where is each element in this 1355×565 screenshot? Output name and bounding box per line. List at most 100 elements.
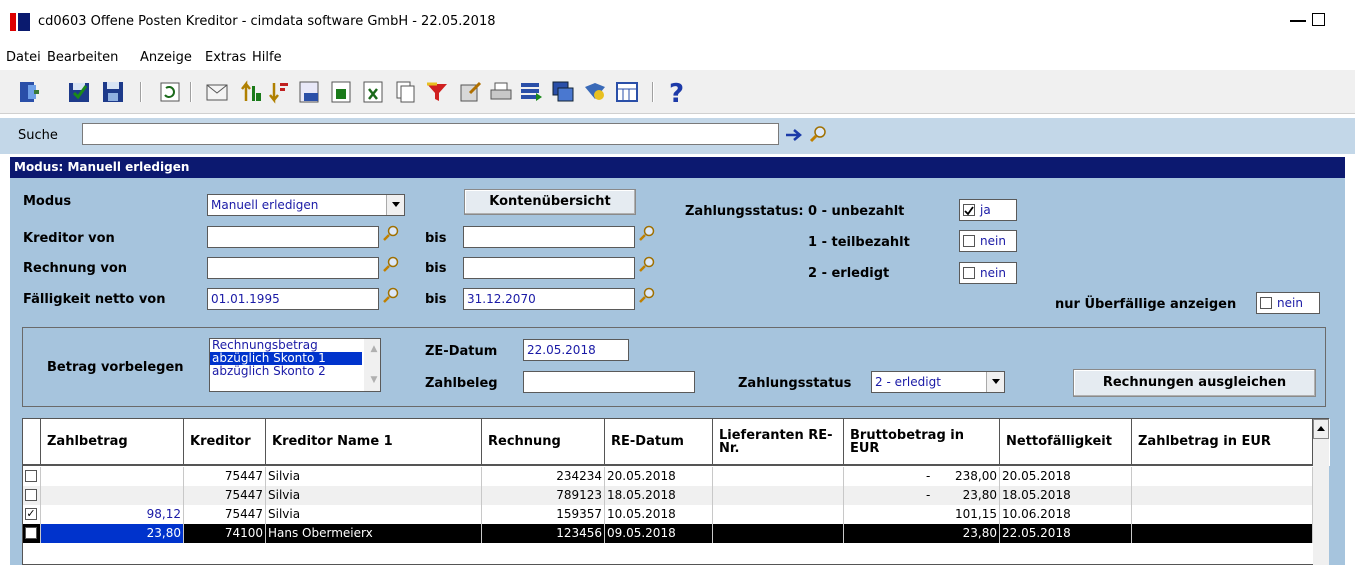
column-header-re-datum[interactable]: RE-Datum [605, 419, 713, 466]
betrag-option[interactable]: abzüglich Skonto 2 [210, 365, 380, 378]
calculator-icon[interactable] [296, 79, 322, 105]
status-2-checkbox[interactable]: nein [959, 262, 1017, 284]
row-checkbox[interactable] [23, 467, 41, 486]
chevron-down-icon[interactable] [986, 372, 1004, 392]
menu-hilfe[interactable]: Hilfe [252, 50, 282, 65]
ze-datum-input[interactable]: 22.05.2018 [523, 339, 629, 361]
table-row[interactable]: 75447 Silvia 789123 18.05.2018-23,80 18.05.2… [23, 486, 1313, 505]
save-check-icon[interactable] [66, 79, 92, 105]
faelligkeit-von-input[interactable]: 01.01.1995 [207, 288, 379, 310]
book-icon[interactable] [582, 79, 608, 105]
cell-kreditor-name[interactable]: Hans Obermeierx [266, 524, 482, 543]
betrag-listbox[interactable]: Rechnungsbetrag abzüglich Skonto 1 abzüg… [209, 338, 381, 392]
cell-lieferanten-re-nr[interactable] [713, 486, 844, 505]
menu-extras[interactable]: Extras [205, 50, 246, 65]
cell-nettofaelligkeit[interactable]: 10.06.2018 [1000, 505, 1132, 524]
maximize-button[interactable] [1312, 13, 1325, 26]
cell-zahlbetrag[interactable]: 23,80 [41, 524, 184, 543]
table-row[interactable]: ✓ 23,80 74100 Hans Obermeierx 123456 09.05.20… [23, 524, 1313, 543]
cell-kreditor[interactable]: 75447 [184, 505, 266, 524]
list-icon[interactable] [518, 79, 544, 105]
column-header-zahlbetrag[interactable]: Zahlbetrag [41, 419, 184, 466]
lookup-icon[interactable] [382, 255, 400, 273]
save-icon[interactable] [100, 79, 126, 105]
lookup-icon[interactable] [638, 286, 656, 304]
column-header-lieferanten-re-nr[interactable]: Lieferanten RE-Nr. [713, 419, 844, 466]
cell-zahlbetrag-eur[interactable] [1132, 467, 1313, 486]
print-icon[interactable] [488, 79, 514, 105]
cell-lieferanten-re-nr[interactable] [713, 505, 844, 524]
ueberfaellige-checkbox[interactable]: nein [1256, 292, 1320, 314]
rechnung-bis-input[interactable] [463, 257, 635, 279]
cell-zahlbetrag[interactable] [41, 467, 184, 486]
column-header-kreditor[interactable]: Kreditor [184, 419, 266, 466]
cell-lieferanten-re-nr[interactable] [713, 524, 844, 543]
cell-re-datum[interactable]: 20.05.2018 [605, 467, 713, 486]
column-header-zahlbetrag-eur[interactable]: Zahlbetrag in EUR [1132, 419, 1313, 466]
cell-kreditor-name[interactable]: Silvia [266, 505, 482, 524]
export-icon[interactable] [328, 79, 354, 105]
vertical-scrollbar[interactable] [1313, 419, 1329, 565]
cell-kreditor[interactable]: 74100 [184, 524, 266, 543]
column-header-check[interactable] [23, 419, 41, 466]
column-header-kreditor-name[interactable]: Kreditor Name 1 [266, 419, 482, 466]
copy-icon[interactable] [392, 79, 418, 105]
zahlbeleg-input[interactable] [523, 371, 695, 393]
sort-ascending-icon[interactable] [238, 79, 264, 105]
exit-icon[interactable] [16, 79, 42, 105]
filter-icon[interactable] [424, 79, 450, 105]
faelligkeit-bis-input[interactable]: 31.12.2070 [463, 288, 635, 310]
table-row[interactable]: 75447 Silvia 234234 20.05.2018-238,00 20.05.… [23, 467, 1313, 486]
cell-zahlbetrag-eur[interactable] [1132, 505, 1313, 524]
sort-descending-icon[interactable] [266, 79, 292, 105]
cell-re-datum[interactable]: 09.05.2018 [605, 524, 713, 543]
cell-zahlbetrag-eur[interactable] [1132, 486, 1313, 505]
edit-icon[interactable] [458, 79, 484, 105]
cell-zahlbetrag[interactable]: 98,12 [41, 505, 184, 524]
column-header-bruttobetrag[interactable]: Bruttobetrag in EUR [844, 419, 1000, 466]
lookup-icon[interactable] [638, 255, 656, 273]
modus-select[interactable]: Manuell erledigen [207, 194, 405, 216]
cell-kreditor-name[interactable]: Silvia [266, 467, 482, 486]
column-header-nettofaelligkeit[interactable]: Nettofälligkeit [1000, 419, 1132, 466]
rechnungen-ausgleichen-button[interactable]: Rechnungen ausgleichen [1073, 369, 1316, 397]
search-input[interactable] [82, 123, 779, 145]
sub-zahlungsstatus-select[interactable]: 2 - erledigt [871, 371, 1005, 393]
lookup-icon[interactable] [382, 286, 400, 304]
cell-rechnung[interactable]: 123456 [482, 524, 605, 543]
cell-zahlbetrag[interactable] [41, 486, 184, 505]
cell-rechnung[interactable]: 789123 [482, 486, 605, 505]
kontenuebersicht-button[interactable]: Kontenübersicht [464, 189, 636, 215]
lookup-icon[interactable] [638, 224, 656, 242]
cell-kreditor-name[interactable]: Silvia [266, 486, 482, 505]
listbox-scrollbar[interactable]: ▲ ▼ [364, 339, 380, 391]
search-icon[interactable] [808, 124, 828, 144]
cell-re-datum[interactable]: 10.05.2018 [605, 505, 713, 524]
cell-bruttobetrag[interactable]: - 23,80 [844, 486, 1000, 505]
cell-nettofaelligkeit[interactable]: 20.05.2018 [1000, 467, 1132, 486]
cell-rechnung[interactable]: 234234 [482, 467, 605, 486]
cell-kreditor[interactable]: 75447 [184, 486, 266, 505]
menu-bearbeiten[interactable]: Bearbeiten [47, 50, 118, 65]
arrow-right-icon[interactable] [784, 126, 804, 144]
cell-bruttobetrag[interactable]: - 238,00 [844, 467, 1000, 486]
minimize-button[interactable] [1290, 20, 1306, 22]
row-checkbox[interactable]: ✓ [23, 505, 41, 524]
table-row[interactable]: ✓ 98,12 75447 Silvia 159357 10.05.2018 101,15 1… [23, 505, 1313, 524]
kreditor-von-input[interactable] [207, 226, 379, 248]
cell-re-datum[interactable]: 18.05.2018 [605, 486, 713, 505]
cell-kreditor[interactable]: 75447 [184, 467, 266, 486]
refresh-icon[interactable] [157, 79, 183, 105]
cell-bruttobetrag[interactable]: 23,80 [844, 524, 1000, 543]
cell-nettofaelligkeit[interactable]: 18.05.2018 [1000, 486, 1132, 505]
excel-icon[interactable] [360, 79, 386, 105]
status-1-checkbox[interactable]: nein [959, 230, 1017, 252]
window-icon[interactable] [550, 79, 576, 105]
cell-bruttobetrag[interactable]: 101,15 [844, 505, 1000, 524]
cell-lieferanten-re-nr[interactable] [713, 467, 844, 486]
mail-icon[interactable] [204, 79, 230, 105]
menu-anzeige[interactable]: Anzeige [140, 50, 192, 65]
cell-rechnung[interactable]: 159357 [482, 505, 605, 524]
column-header-rechnung[interactable]: Rechnung [482, 419, 605, 466]
rechnung-von-input[interactable] [207, 257, 379, 279]
